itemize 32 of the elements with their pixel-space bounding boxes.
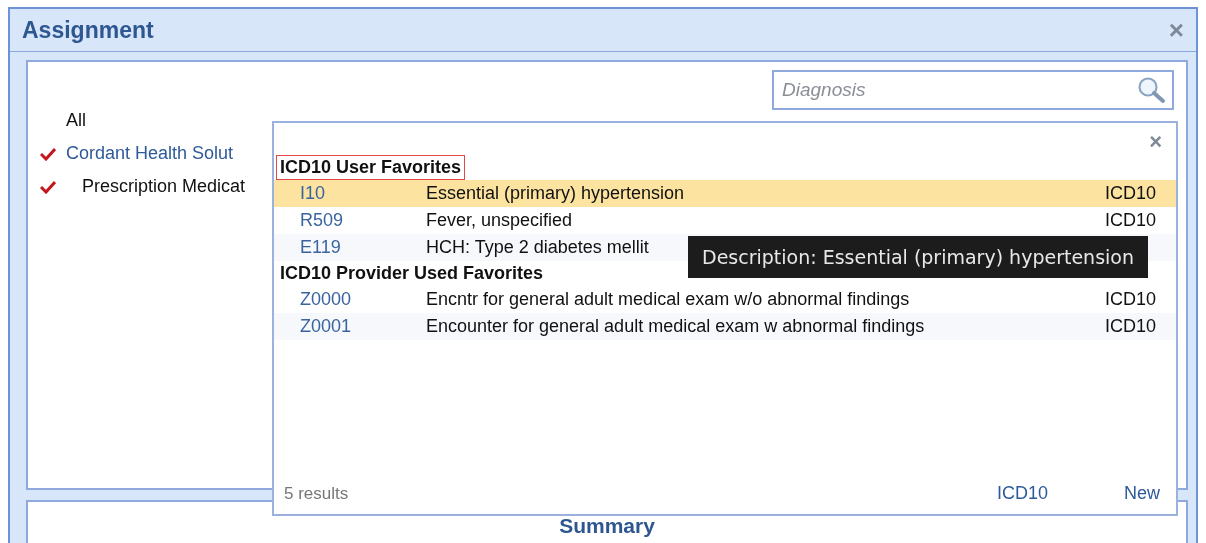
code-text: E119	[300, 237, 342, 258]
tree-item[interactable]: Prescription Medicat	[82, 176, 246, 197]
description-text: Encounter for general adult medical exam w abnormal findings	[426, 316, 925, 337]
result-row[interactable]: Z0001 Encounter for general adult medical exam w abnormal findings ICD10	[274, 313, 1176, 340]
tree-item[interactable]: All	[66, 110, 86, 131]
close-button[interactable]: ×	[1149, 129, 1162, 155]
type-text: ICD10	[1104, 289, 1156, 310]
result-row[interactable]: Z0000 Encntr for general adult medical exam w/o abnormal findings ICD10	[274, 286, 1176, 313]
code-text: Z0000	[300, 289, 353, 310]
type-text: ICD10	[1104, 210, 1156, 231]
code-text: R509	[300, 210, 345, 231]
summary-title: Summary	[559, 514, 655, 536]
result-count: 5 results	[284, 483, 350, 504]
description-text: Encntr for general adult medical exam w/o abnormal findings	[426, 289, 910, 310]
search-icon[interactable]	[1136, 76, 1166, 104]
tree-item[interactable]: Cordant Health Solut	[66, 143, 234, 164]
code-text: I10	[300, 183, 327, 204]
result-row[interactable]: R509 Fever, unspecified ICD10	[274, 207, 1176, 234]
description-text: HCH: Type 2 diabetes mellit	[426, 237, 649, 258]
window-title: Assignment	[22, 16, 154, 44]
description-text: Fever, unspecified	[426, 210, 573, 231]
group-heading: ICD10 Provider Used Favorites	[279, 262, 545, 285]
type-text: ICD10	[1104, 316, 1156, 337]
new-link[interactable]: New	[1124, 483, 1160, 504]
description-text: Essential (primary) hypertension	[426, 183, 685, 204]
code-text: Z0001	[300, 316, 353, 337]
filter-link[interactable]: ICD10	[996, 483, 1048, 504]
group-heading: ICD10 User Favorites	[276, 155, 466, 180]
result-row[interactable]: I10 Essential (primary) hypertension ICD10	[274, 180, 1176, 207]
search-field[interactable]: Diagnosis	[772, 70, 1174, 110]
type-text: ICD10	[1104, 183, 1156, 204]
tooltip: Description: Essential (primary) hypertension	[688, 236, 1148, 278]
